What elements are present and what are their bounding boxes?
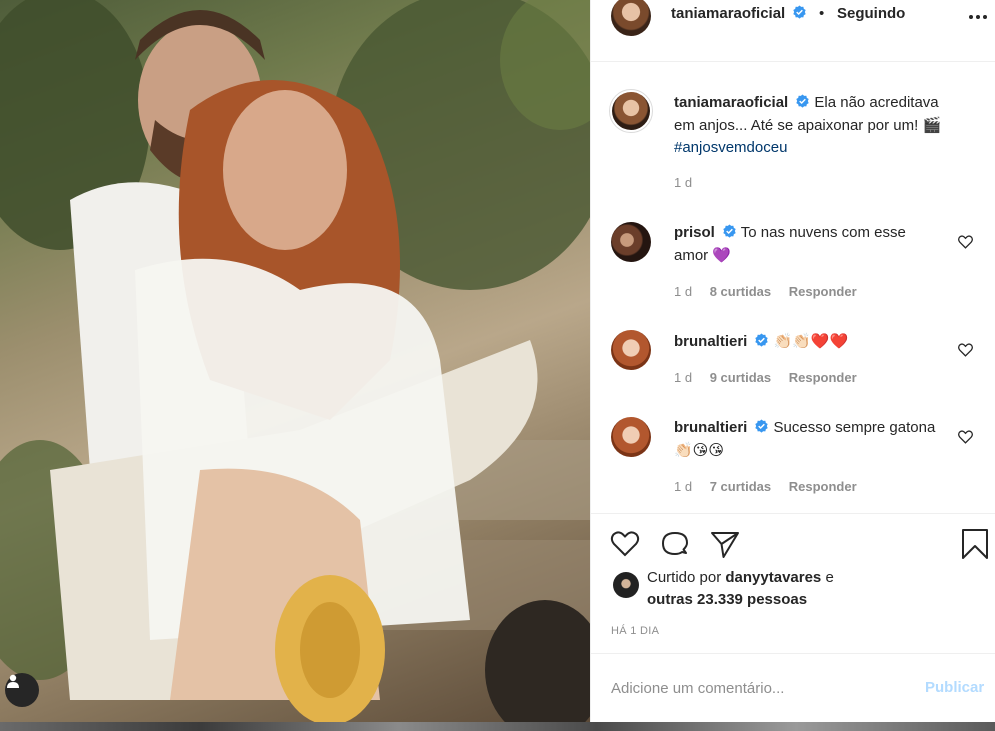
commenter-username[interactable]: brunaltieri (674, 419, 747, 436)
post-photo[interactable] (0, 0, 590, 722)
comment-body: Sucesso sempre gatona (773, 419, 936, 436)
commenter-username[interactable]: prisol (674, 224, 715, 241)
author-username[interactable]: taniamaraoficial (671, 5, 785, 22)
comment-emoji: 👏🏻😘😘 (674, 441, 724, 459)
publish-button[interactable]: Publicar (925, 679, 984, 696)
reply-button[interactable]: Responder (789, 370, 857, 385)
author-line: taniamaraoficial (671, 5, 807, 22)
user-tag-button[interactable] (5, 673, 39, 707)
clapper-emoji: 🎬 (922, 116, 942, 134)
comment-emoji: 👏🏻👏🏻❤️❤️ (773, 332, 849, 350)
verified-badge-icon (755, 419, 769, 433)
caption-meta: 1 d (674, 175, 706, 190)
caption-hashtag-link[interactable]: #anjosvemdoceu (674, 139, 787, 156)
comment-likes-count[interactable]: 7 curtidas (710, 479, 771, 494)
caption-age[interactable]: 1 d (674, 175, 692, 190)
post-header: taniamaraoficial • Seguindo (591, 0, 995, 62)
heart-icon[interactable] (609, 528, 641, 560)
comment-like-heart-icon[interactable] (957, 341, 974, 358)
comment-like-heart-icon[interactable] (957, 428, 974, 445)
share-icon[interactable] (709, 528, 741, 560)
commenter-avatar[interactable] (611, 222, 651, 262)
instagram-post-view: taniamaraoficial • Seguindo taniamaraofi… (0, 0, 995, 731)
reply-button[interactable]: Responder (789, 284, 857, 299)
liker-username[interactable]: danyytavares (725, 569, 821, 586)
comment-age[interactable]: 1 d (674, 284, 692, 299)
comment-text: prisol To nas nuvens com esse amor 💜 (674, 222, 944, 267)
commenter-username[interactable]: brunaltieri (674, 333, 747, 350)
comment-age[interactable]: 1 d (674, 370, 692, 385)
author-avatar[interactable] (611, 0, 651, 36)
comment-text: brunaltieri 👏🏻👏🏻❤️❤️ (674, 330, 944, 353)
comment-likes-count[interactable]: 9 curtidas (710, 370, 771, 385)
couple-photo-illustration (0, 0, 590, 722)
more-options-icon[interactable] (967, 6, 989, 28)
comment-like-heart-icon[interactable] (957, 233, 974, 250)
comment-text: brunaltieri Sucesso sempre gatona 👏🏻😘😘 (674, 417, 944, 462)
comment-likes-count[interactable]: 8 curtidas (710, 284, 771, 299)
likes-prefix: Curtido por (647, 569, 722, 586)
post-timestamp[interactable]: HÁ 1 DIA (611, 625, 659, 637)
user-tag-icon (7, 674, 19, 688)
likes-summary: Curtido por danyytavares e outras 23.339… (647, 567, 834, 611)
reply-button[interactable]: Responder (789, 479, 857, 494)
add-comment-bar: Publicar (591, 653, 995, 722)
likes-conjunction: e (825, 569, 834, 586)
follow-separator: • (819, 5, 825, 22)
verified-badge-icon (755, 333, 769, 347)
commenter-avatar[interactable] (611, 330, 651, 370)
caption-avatar[interactable] (609, 89, 653, 133)
background-feed-strip (0, 722, 995, 731)
comment-age[interactable]: 1 d (674, 479, 692, 494)
verified-badge-icon (796, 94, 809, 108)
caption-username[interactable]: taniamaraoficial (674, 94, 788, 111)
liker-avatar[interactable] (613, 572, 639, 598)
comment-emoji: 💜 (712, 246, 732, 264)
bookmark-icon[interactable] (959, 528, 991, 560)
comment-meta: 1 d 8 curtidas Responder (674, 284, 871, 299)
comment-input[interactable] (611, 676, 901, 700)
following-button[interactable]: Seguindo (837, 5, 905, 22)
comment-meta: 1 d 7 curtidas Responder (674, 479, 871, 494)
likes-others-link[interactable]: outras 23.339 pessoas (647, 591, 807, 608)
verified-badge-icon (723, 224, 736, 238)
post-details-panel: taniamaraoficial • Seguindo taniamaraofi… (590, 0, 995, 722)
caption-text: taniamaraoficial Ela não acreditava em a… (674, 92, 944, 159)
comment-meta: 1 d 9 curtidas Responder (674, 370, 871, 385)
verified-badge-icon (793, 5, 807, 19)
comment-icon[interactable] (659, 528, 691, 560)
commenter-avatar[interactable] (611, 417, 651, 457)
